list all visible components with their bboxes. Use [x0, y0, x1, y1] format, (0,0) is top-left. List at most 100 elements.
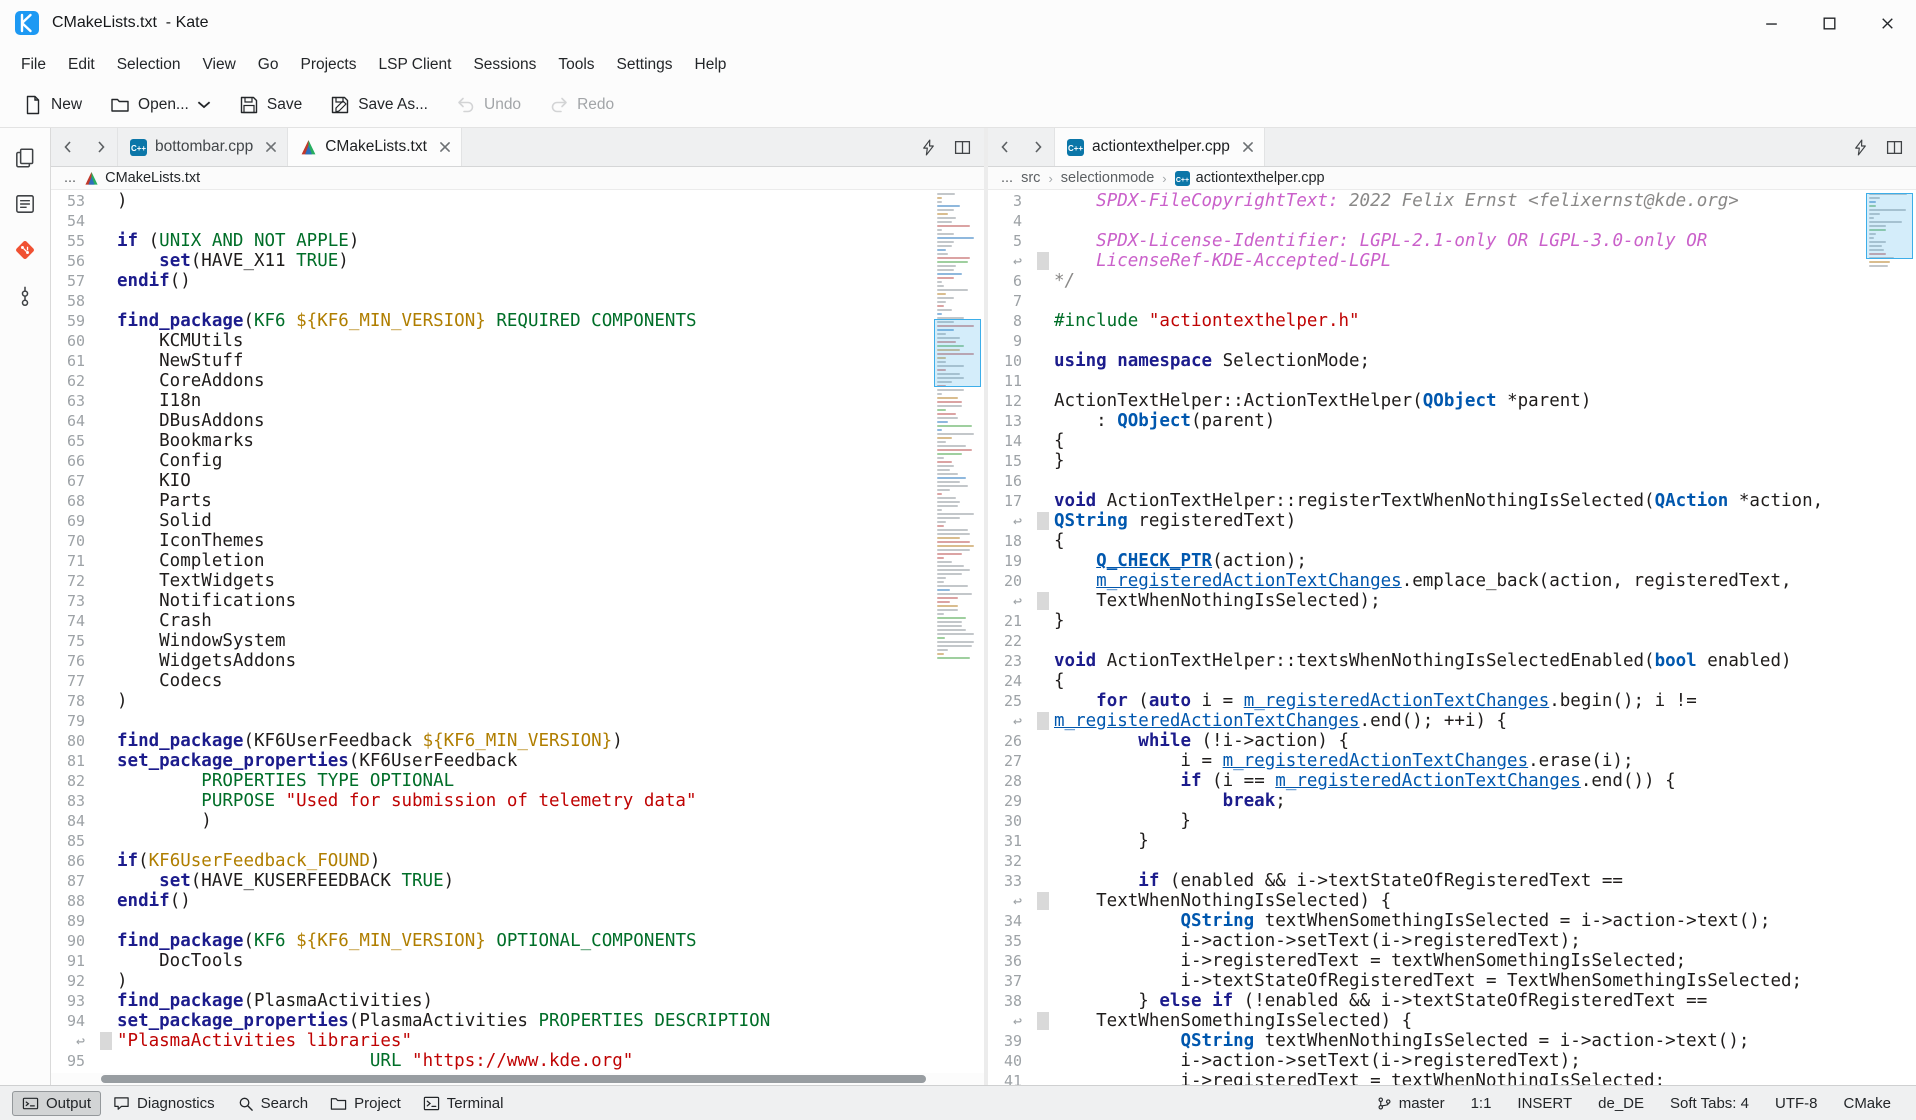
icon-border[interactable]	[1032, 911, 1054, 931]
line-number[interactable]: 76	[51, 651, 95, 671]
line-number[interactable]: 80	[51, 731, 95, 751]
line-number[interactable]: 8	[988, 311, 1032, 331]
line-number[interactable]: 22	[988, 631, 1032, 651]
maximize-button[interactable]	[1800, 0, 1858, 46]
line-number[interactable]: 86	[51, 851, 95, 871]
code-line-86[interactable]: 86if(KF6UserFeedback_FOUND)	[51, 851, 934, 871]
line-number[interactable]: 11	[988, 371, 1032, 391]
code-line-78[interactable]: 78)	[51, 691, 934, 711]
line-number[interactable]: 77	[51, 671, 95, 691]
menu-item-view[interactable]: View	[191, 49, 246, 81]
line-number[interactable]: 54	[51, 211, 95, 231]
icon-border[interactable]	[1032, 591, 1054, 611]
line-number[interactable]: 3	[988, 191, 1032, 211]
code-line-28[interactable]: 28 if (i == m_registeredActionTextChange…	[988, 771, 1866, 791]
tab-scroll-forward-button[interactable]	[84, 128, 117, 166]
icon-border[interactable]	[1032, 951, 1054, 971]
code-line-76[interactable]: 76 WidgetsAddons	[51, 651, 934, 671]
breadcrumb-collapsed[interactable]: ...	[64, 170, 76, 186]
tab-scroll-back-button[interactable]	[988, 128, 1021, 166]
line-number[interactable]: 40	[988, 1051, 1032, 1071]
menu-item-lsp-client[interactable]: LSP Client	[367, 49, 462, 81]
line-number[interactable]: 28	[988, 771, 1032, 791]
code-line-83[interactable]: 83 PURPOSE "Used for submission of telem…	[51, 791, 934, 811]
icon-border[interactable]	[1032, 971, 1054, 991]
icon-border[interactable]	[1032, 791, 1054, 811]
line-number[interactable]: 13	[988, 411, 1032, 431]
line-number[interactable]: 18	[988, 531, 1032, 551]
code-line-4[interactable]: 4	[988, 211, 1866, 231]
menu-item-file[interactable]: File	[10, 49, 57, 81]
icon-border[interactable]	[1032, 311, 1054, 331]
line-number[interactable]: 31	[988, 831, 1032, 851]
save-button[interactable]: Save	[228, 88, 313, 122]
icon-border[interactable]	[95, 851, 117, 871]
line-number[interactable]: 78	[51, 691, 95, 711]
icon-border[interactable]	[95, 211, 117, 231]
statusbar-utf-8[interactable]: UTF-8	[1762, 1095, 1831, 1112]
line-number[interactable]: 15	[988, 451, 1032, 471]
icon-border[interactable]	[1032, 511, 1054, 531]
icon-border[interactable]	[1032, 891, 1054, 911]
line-number[interactable]: 26	[988, 731, 1032, 751]
code-line-69[interactable]: 69 Solid	[51, 511, 934, 531]
line-number[interactable]: 23	[988, 651, 1032, 671]
icon-border[interactable]	[95, 191, 117, 211]
code-line-74[interactable]: 74 Crash	[51, 611, 934, 631]
icon-border[interactable]	[95, 331, 117, 351]
line-number[interactable]: 39	[988, 1031, 1032, 1051]
icon-border[interactable]	[95, 991, 117, 1011]
icon-border[interactable]	[95, 391, 117, 411]
code-line-wrap[interactable]: ↩ TextWhenSomethingIsSelected) {	[988, 1011, 1866, 1031]
code-line-22[interactable]: 22	[988, 631, 1866, 651]
icon-border[interactable]	[95, 1011, 117, 1031]
code-line-32[interactable]: 32	[988, 851, 1866, 871]
code-line-38[interactable]: 38 } else if (!enabled && i->textStateOf…	[988, 991, 1866, 1011]
horizontal-scrollbar[interactable]	[51, 1073, 984, 1085]
line-number[interactable]: 37	[988, 971, 1032, 991]
icon-border[interactable]	[95, 311, 117, 331]
code-line-77[interactable]: 77 Codecs	[51, 671, 934, 691]
icon-border[interactable]	[1032, 831, 1054, 851]
icon-border[interactable]	[95, 291, 117, 311]
line-number[interactable]: 67	[51, 471, 95, 491]
line-number[interactable]: 55	[51, 231, 95, 251]
line-number[interactable]: 41	[988, 1071, 1032, 1085]
icon-border[interactable]	[95, 271, 117, 291]
minimize-button[interactable]	[1742, 0, 1800, 46]
line-number[interactable]: 30	[988, 811, 1032, 831]
icon-border[interactable]	[1032, 1031, 1054, 1051]
icon-border[interactable]	[95, 731, 117, 751]
statusbar-master[interactable]: master	[1364, 1095, 1458, 1112]
code-line-wrap[interactable]: ↩m_registeredActionTextChanges.end(); ++…	[988, 711, 1866, 731]
icon-border[interactable]	[95, 571, 117, 591]
tab-bottombar-cpp[interactable]: C++bottombar.cpp	[117, 128, 288, 166]
icon-border[interactable]	[95, 951, 117, 971]
statusbar-cmake[interactable]: CMake	[1830, 1095, 1904, 1112]
line-number[interactable]: 66	[51, 451, 95, 471]
icon-border[interactable]	[1032, 391, 1054, 411]
code-line-3[interactable]: 3 SPDX-FileCopyrightText: 2022 Felix Ern…	[988, 191, 1866, 211]
minimap-viewport[interactable]	[1866, 193, 1913, 259]
line-number[interactable]: 38	[988, 991, 1032, 1011]
icon-border[interactable]	[1032, 271, 1054, 291]
statusbar-insert[interactable]: INSERT	[1504, 1095, 1585, 1112]
line-number[interactable]: 81	[51, 751, 95, 771]
icon-border[interactable]	[95, 711, 117, 731]
line-number[interactable]: 82	[51, 771, 95, 791]
icon-border[interactable]	[95, 451, 117, 471]
tab-close-icon[interactable]	[438, 140, 452, 154]
line-number[interactable]: 33	[988, 871, 1032, 891]
code-line-wrap[interactable]: ↩QString registeredText)	[988, 511, 1866, 531]
code-line-53[interactable]: 53)	[51, 191, 934, 211]
code-line-65[interactable]: 65 Bookmarks	[51, 431, 934, 451]
line-number[interactable]: 12	[988, 391, 1032, 411]
code-line-62[interactable]: 62 CoreAddons	[51, 371, 934, 391]
code-line-73[interactable]: 73 Notifications	[51, 591, 934, 611]
code-line-39[interactable]: 39 QString textWhenNothingIsSelected = i…	[988, 1031, 1866, 1051]
line-number[interactable]: 19	[988, 551, 1032, 571]
line-number[interactable]: 61	[51, 351, 95, 371]
icon-border[interactable]	[1032, 291, 1054, 311]
code-line-13[interactable]: 13 : QObject(parent)	[988, 411, 1866, 431]
icon-border[interactable]	[95, 491, 117, 511]
